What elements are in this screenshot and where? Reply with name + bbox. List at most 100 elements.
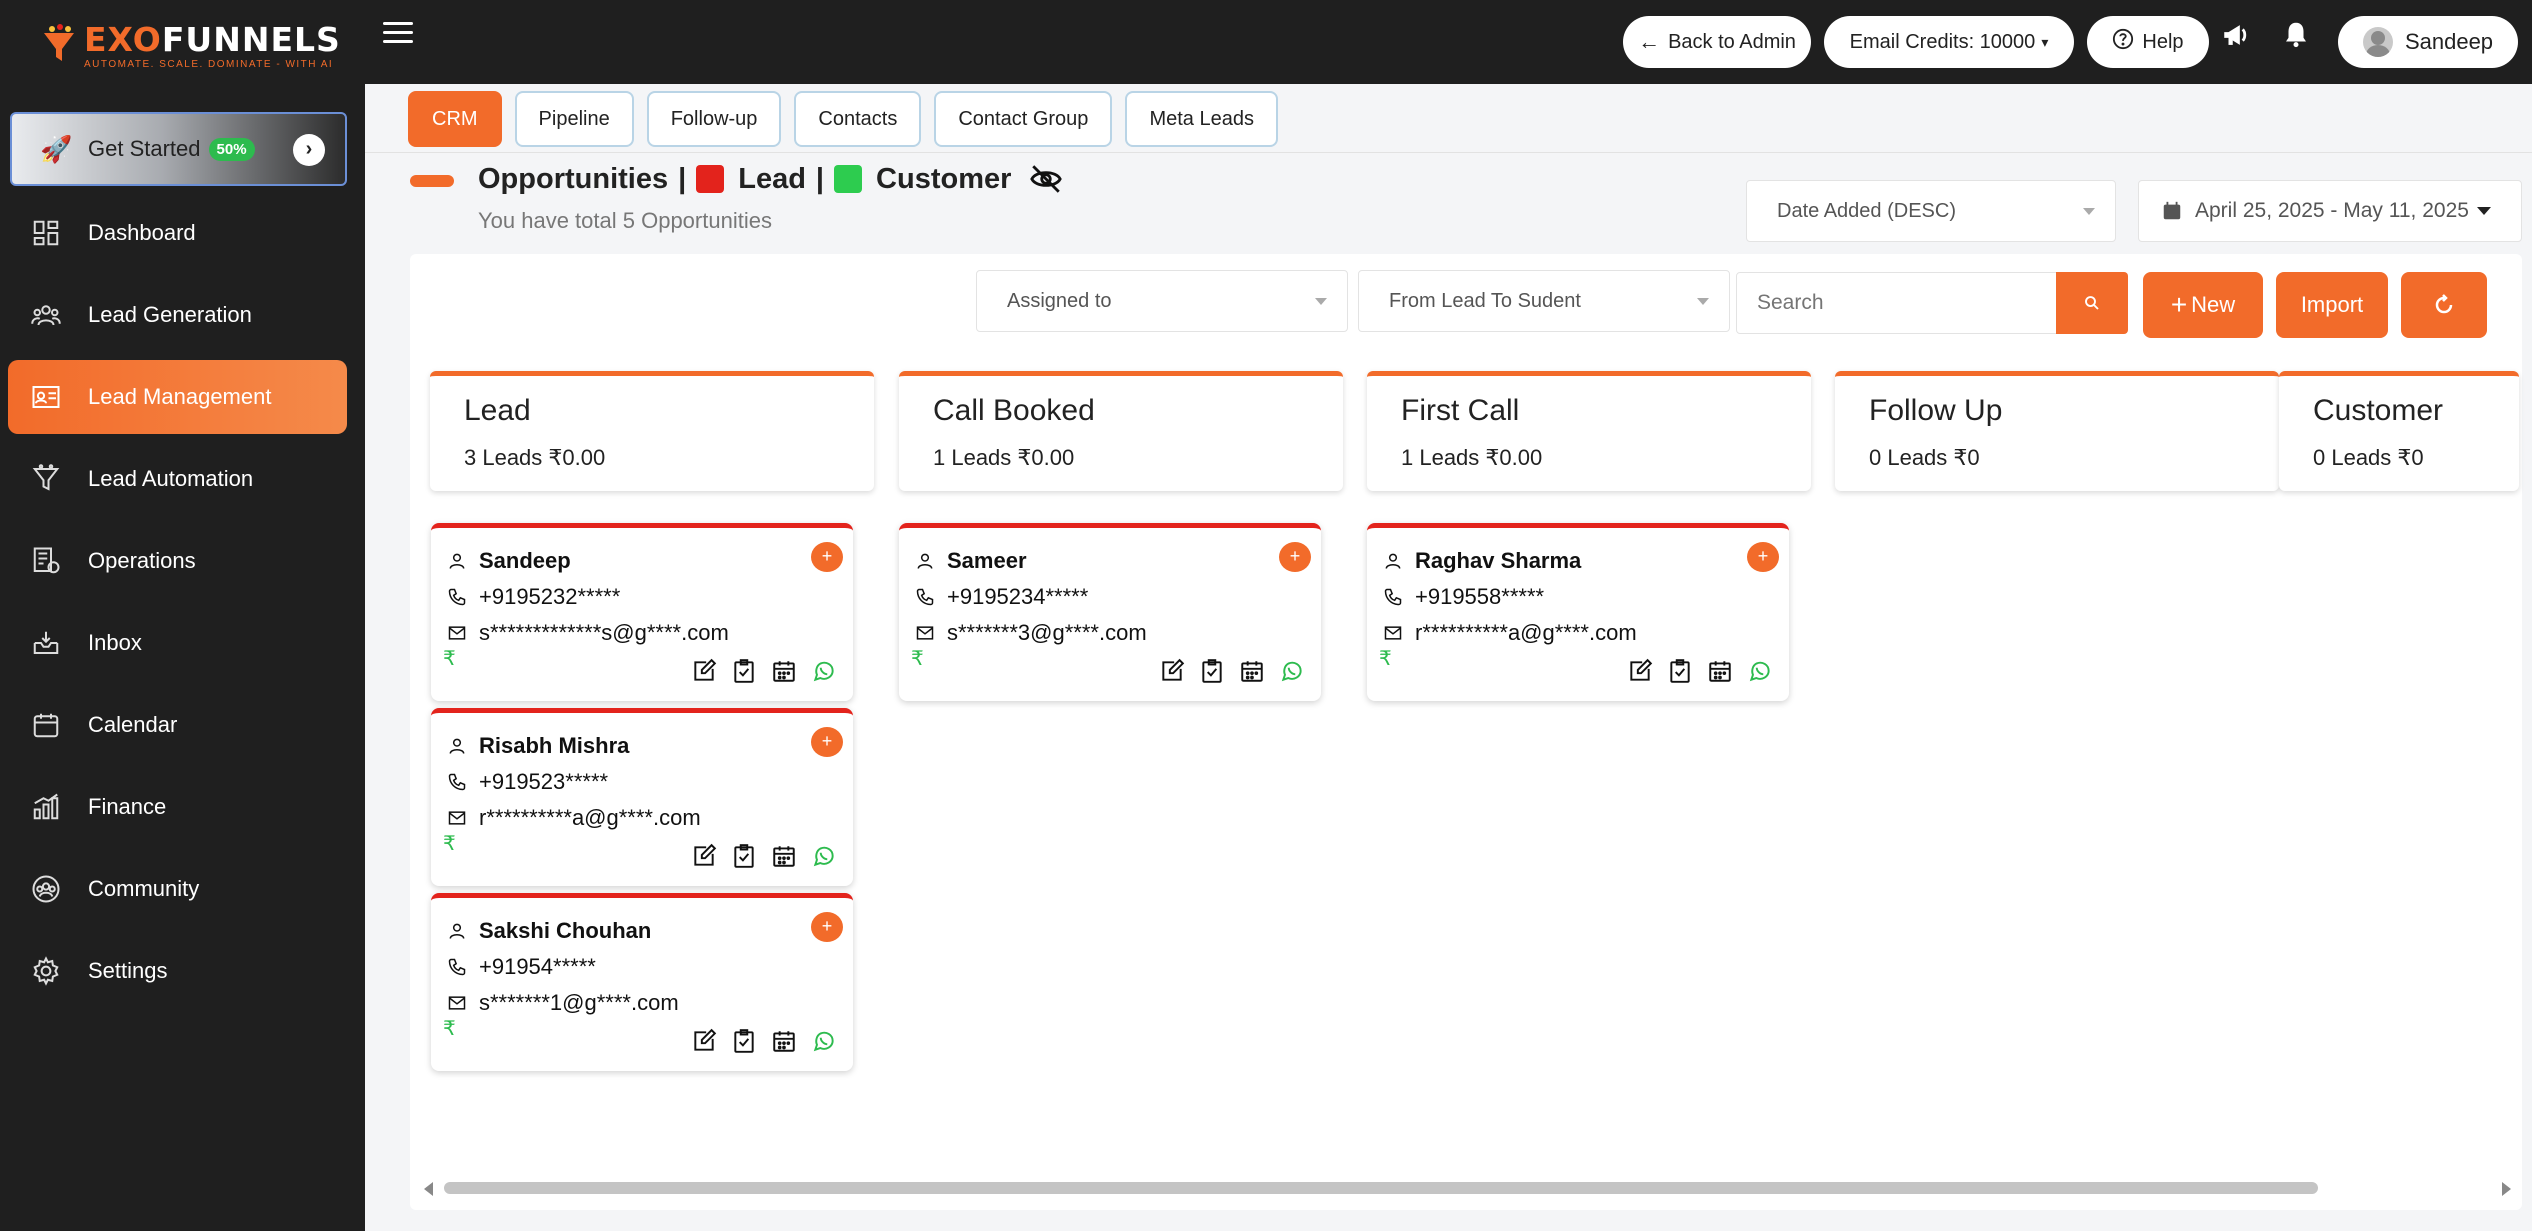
caret-down-icon (1697, 298, 1709, 305)
scrollbar-thumb[interactable] (444, 1182, 2318, 1194)
sidebar-item-operations[interactable]: Operations (8, 524, 347, 598)
progress-badge: 50% (208, 137, 255, 161)
edit-icon[interactable] (691, 843, 717, 869)
calendar-icon[interactable] (771, 843, 797, 869)
edit-icon[interactable] (691, 658, 717, 684)
sidebar-item-calendar[interactable]: Calendar (8, 688, 347, 762)
email-credits-dropdown[interactable]: Email Credits: 10000 ▾ (1824, 16, 2074, 68)
sidebar-item-inbox[interactable]: Inbox (8, 606, 347, 680)
task-icon[interactable] (731, 1028, 757, 1054)
sidebar-item-label: Settings (88, 958, 168, 983)
add-button[interactable]: + (1747, 542, 1779, 572)
megaphone-icon[interactable] (2217, 18, 2257, 58)
column-summary: 3 Leads ₹0.00 (464, 445, 606, 470)
operations-icon (30, 545, 62, 577)
sort-select[interactable]: Date Added (DESC) (1746, 180, 2116, 242)
avatar (2362, 27, 2393, 57)
lead-phone: +91954***** (479, 954, 596, 979)
gear-icon (30, 955, 62, 987)
add-button[interactable]: + (811, 912, 843, 942)
calendar-icon[interactable] (771, 1028, 797, 1054)
sidebar-item-lead-management[interactable]: Lead Management (8, 360, 347, 434)
sidebar-item-settings[interactable]: Settings (8, 934, 347, 1008)
search-button[interactable] (2056, 272, 2128, 334)
column-title: Call Booked (933, 394, 1095, 427)
tab-contacts[interactable]: Contacts (794, 91, 922, 147)
lead-card[interactable]: Sandeep + +9195232***** s*************s@… (431, 523, 853, 701)
task-icon[interactable] (731, 843, 757, 869)
tab-follow-up[interactable]: Follow-up (646, 91, 782, 147)
user-menu-button[interactable]: Sandeep (2338, 16, 2518, 68)
scroll-right-icon[interactable] (2502, 1182, 2511, 1196)
calendar-icon[interactable] (1239, 658, 1265, 684)
opportunities-count: You have total 5 Opportunities (478, 208, 772, 233)
brand-logo[interactable]: EXOFUNNELS AUTOMATE. SCALE. DOMINATE - W… (36, 20, 340, 72)
tab-crm[interactable]: CRM (408, 91, 502, 147)
task-icon[interactable] (731, 658, 757, 684)
whatsapp-icon[interactable] (811, 843, 837, 869)
task-icon[interactable] (1667, 658, 1693, 684)
lead-card[interactable]: Risabh Mishra + +919523***** r**********… (431, 708, 853, 886)
lead-card[interactable]: Sakshi Chouhan + +91954***** s*******1@g… (431, 893, 853, 1071)
task-icon[interactable] (1199, 658, 1225, 684)
arrow-left-icon: ← (1638, 29, 1661, 54)
lead-email: r**********a@g****.com (479, 805, 701, 830)
lead-phone: +9195234***** (947, 584, 1089, 609)
automation-icon (30, 463, 62, 495)
search-input[interactable] (1736, 272, 2066, 334)
whatsapp-icon[interactable] (1747, 658, 1773, 684)
sidebar-item-lead-generation[interactable]: Lead Generation (8, 278, 347, 352)
calendar-icon[interactable] (1707, 658, 1733, 684)
date-range-picker[interactable]: April 25, 2025 - May 11, 2025 (2138, 180, 2522, 242)
whatsapp-icon[interactable] (1279, 658, 1305, 684)
calendar-icon[interactable] (771, 658, 797, 684)
phone-icon (1384, 588, 1402, 606)
horizontal-scrollbar[interactable] (410, 1176, 2522, 1200)
edit-icon[interactable] (691, 1028, 717, 1054)
edit-icon[interactable] (1627, 658, 1653, 684)
chevron-right-icon[interactable]: › (293, 134, 325, 166)
sort-select-value: Date Added (DESC) (1777, 199, 1956, 222)
whatsapp-icon[interactable] (811, 658, 837, 684)
sidebar-item-finance[interactable]: Finance (8, 770, 347, 844)
sidebar-item-community[interactable]: Community (8, 852, 347, 926)
date-range-value: April 25, 2025 - May 11, 2025 (2195, 199, 2469, 222)
add-button[interactable]: + (1279, 542, 1311, 572)
lead-card[interactable]: Raghav Sharma + +919558***** r**********… (1367, 523, 1789, 701)
tab-contact-group[interactable]: Contact Group (934, 91, 1113, 147)
lead-name: Raghav Sharma (1415, 548, 1582, 573)
lead-color-swatch (696, 165, 725, 193)
scroll-left-icon[interactable] (424, 1182, 433, 1196)
sidebar-item-lead-automation[interactable]: Lead Automation (8, 442, 347, 516)
divider (365, 152, 2532, 153)
column-summary: 1 Leads ₹0.00 (1401, 445, 1543, 470)
lead-card[interactable]: Sameer + +9195234***** s*******3@g****.c… (899, 523, 1321, 701)
sidebar-item-label: Finance (88, 794, 167, 819)
sidebar-item-label: Calendar (88, 712, 178, 737)
get-started-button[interactable]: 🚀 Get Started 50% › (10, 112, 347, 186)
back-to-admin-button[interactable]: ← Back to Admin (1623, 16, 1811, 68)
pipeline-select[interactable]: From Lead To Sudent (1358, 270, 1730, 332)
caret-down-icon (2083, 208, 2095, 215)
sidebar-item-label: Dashboard (88, 220, 196, 245)
bell-icon[interactable] (2276, 18, 2316, 58)
tab-meta-leads[interactable]: Meta Leads (1125, 91, 1278, 147)
assigned-to-select[interactable]: Assigned to (976, 270, 1348, 332)
help-button[interactable]: Help (2087, 16, 2209, 68)
add-button[interactable]: + (811, 542, 843, 572)
whatsapp-icon[interactable] (811, 1028, 837, 1054)
eye-off-icon[interactable] (1029, 162, 1063, 196)
sidebar-item-dashboard[interactable]: Dashboard (8, 196, 347, 270)
hamburger-menu-icon[interactable] (383, 22, 413, 48)
import-button[interactable]: Import (2276, 272, 2388, 338)
column-title: Follow Up (1869, 394, 2003, 427)
lead-amount: ₹ (443, 648, 456, 670)
tab-pipeline[interactable]: Pipeline (514, 91, 634, 147)
user-name: Sandeep (2404, 29, 2494, 54)
add-button[interactable]: + (811, 727, 843, 757)
sidebar-item-label: Inbox (88, 630, 142, 655)
refresh-button[interactable] (2401, 272, 2487, 338)
phone-icon (916, 588, 934, 606)
edit-icon[interactable] (1159, 658, 1185, 684)
new-button[interactable]: + New (2143, 272, 2263, 338)
